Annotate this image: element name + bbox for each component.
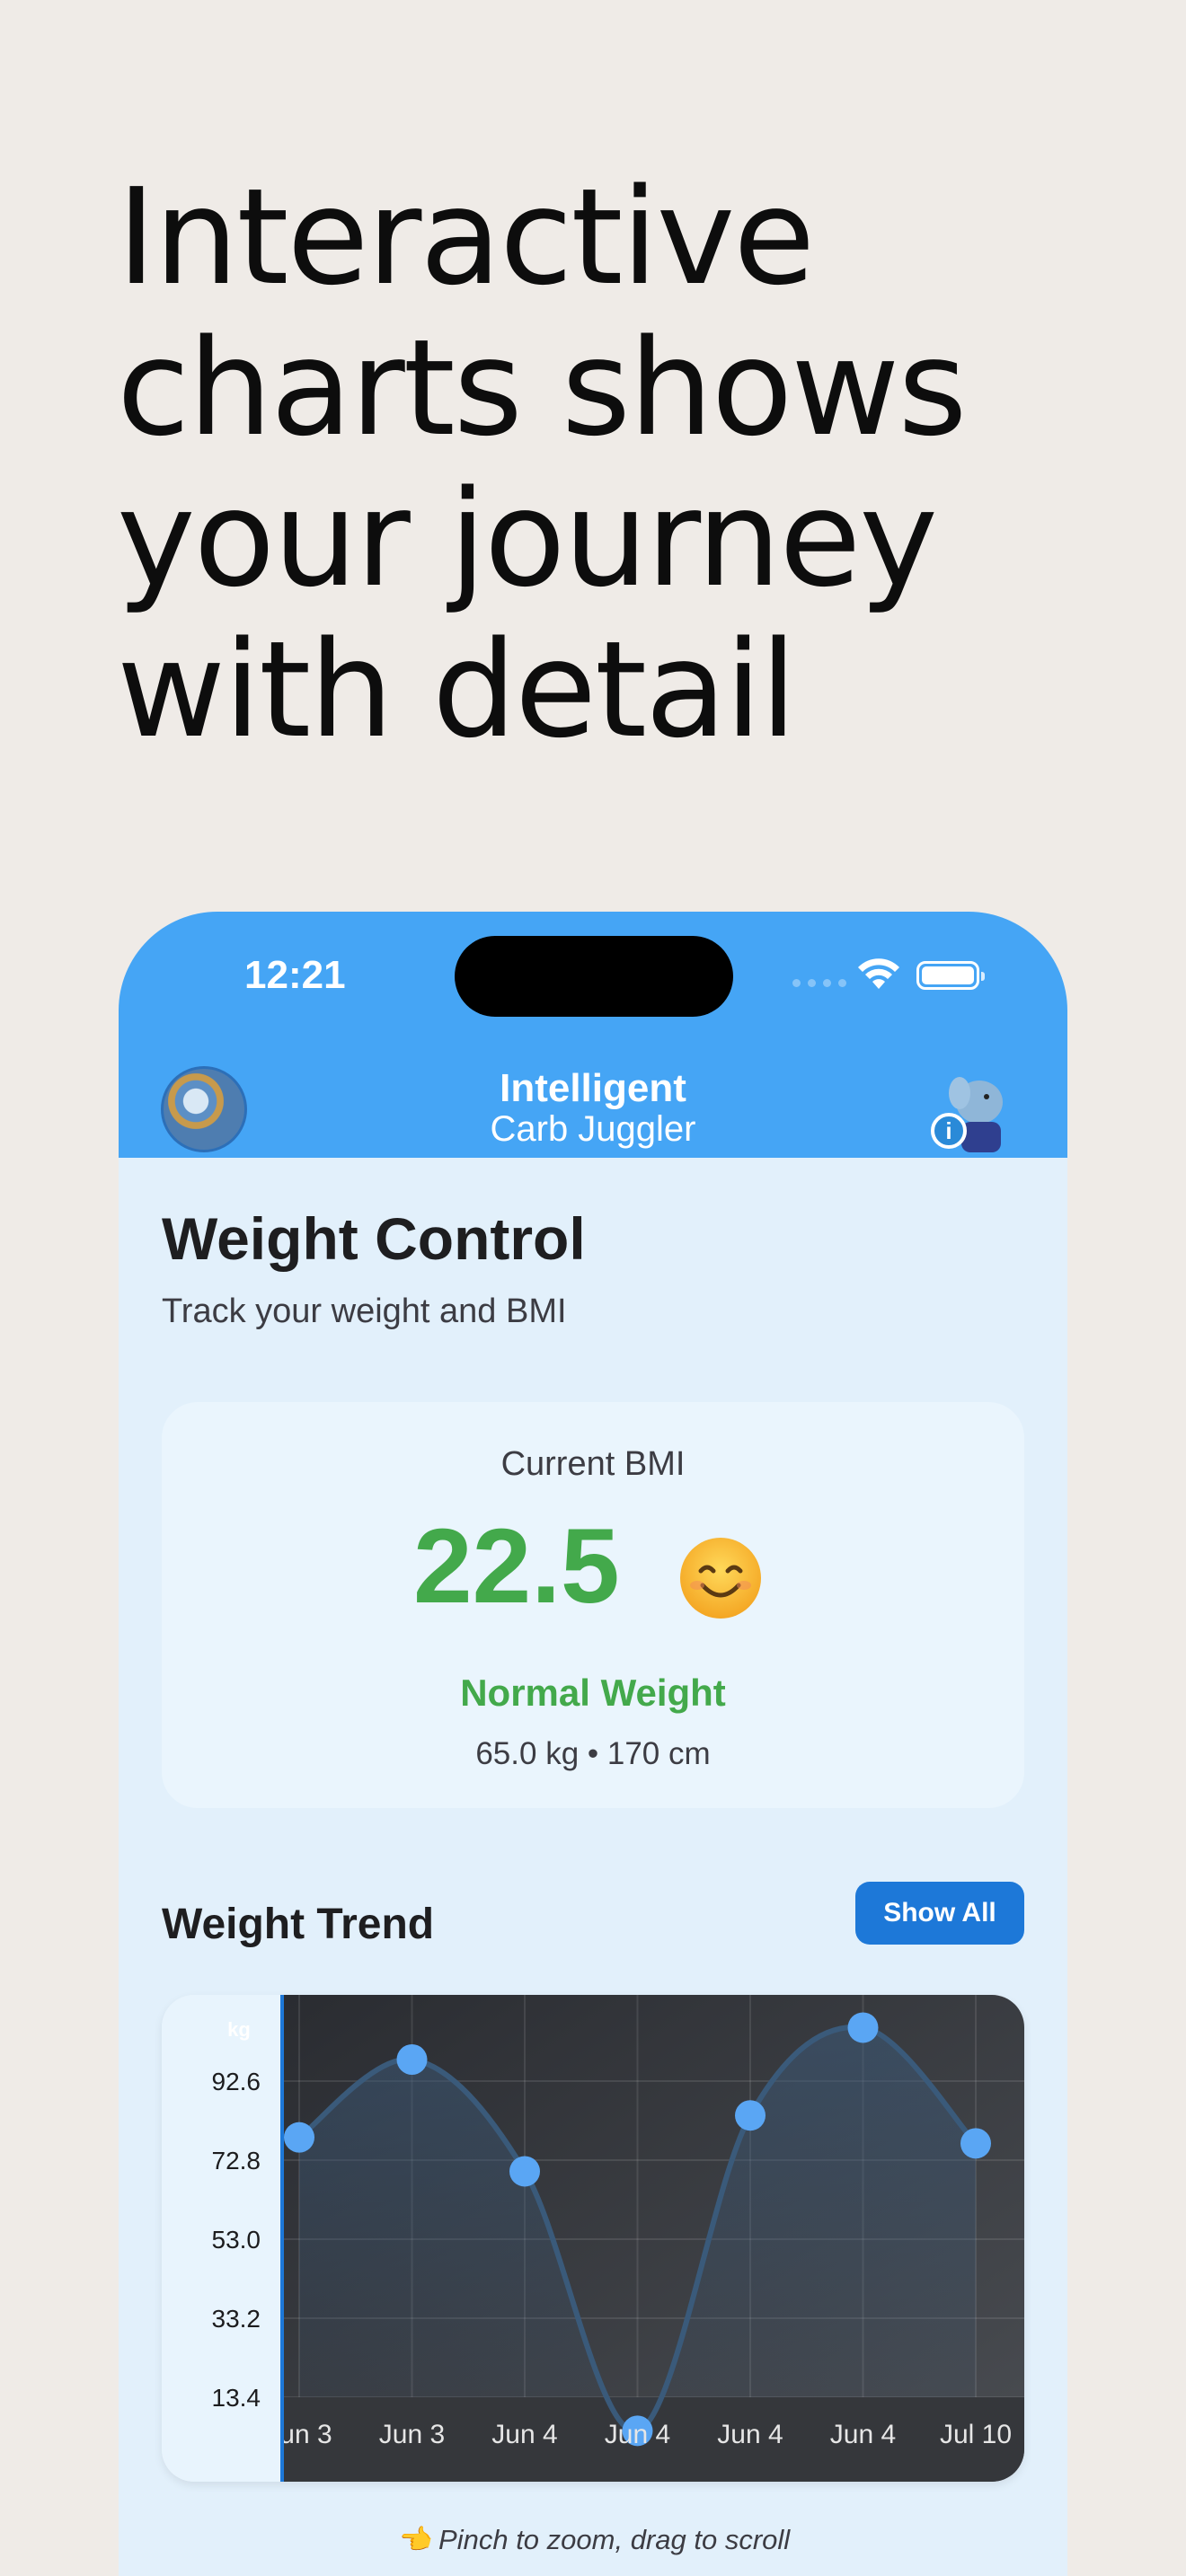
y-tick-label: 53.0 — [212, 2226, 261, 2254]
chart-svg[interactable]: Jun 3 Jun 3 Jun 4 Jun 4 Jun 4 Jun 4 Jul 10 kg … — [162, 1995, 1024, 2482]
headline-line: charts shows — [117, 311, 968, 465]
y-tick-label: 72.8 — [212, 2147, 261, 2175]
y-tick-label: 92.6 — [212, 2068, 261, 2095]
y-tick-label: 33.2 — [212, 2305, 261, 2333]
chart-hint: 👈 Pinch to zoom, drag to scroll — [395, 2524, 791, 2555]
data-point[interactable] — [509, 2156, 540, 2187]
x-tick-label: Jun 4 — [717, 2420, 783, 2449]
dynamic-island — [455, 936, 733, 1017]
data-point[interactable] — [960, 2128, 991, 2159]
wifi-icon — [858, 958, 899, 989]
app-title-line2: Carb Juggler — [490, 1109, 696, 1149]
x-tick-label: Jun 4 — [830, 2420, 896, 2449]
weight-trend-title: Weight Trend — [162, 1901, 435, 1948]
x-tick-label: Jun 4 — [605, 2420, 670, 2449]
data-point[interactable] — [396, 2044, 428, 2075]
bmi-status: Normal Weight — [460, 1672, 726, 1714]
page-title: Weight Control — [162, 1205, 586, 1272]
cellular-signal-icon — [792, 979, 846, 987]
headline-line: your journey — [117, 462, 938, 616]
svg-text:i: i — [945, 1117, 951, 1144]
smiling-face-icon — [680, 1538, 761, 1619]
elephant-info-icon[interactable]: i — [927, 1066, 1017, 1156]
y-unit-label: kg — [227, 2018, 251, 2041]
weight-trend-chart[interactable]: Jun 3 Jun 3 Jun 4 Jun 4 Jun 4 Jun 4 Jul 10 kg … — [162, 1995, 1024, 2482]
data-point[interactable] — [284, 2122, 314, 2153]
status-bar: 12:21 — [119, 912, 1067, 1055]
status-time: 12:21 — [244, 953, 346, 997]
page-subtitle: Track your weight and BMI — [162, 1292, 567, 1330]
bmi-details: 65.0 kg • 170 cm — [475, 1736, 711, 1771]
bmi-label: Current BMI — [500, 1445, 686, 1483]
y-tick-label: 13.4 — [212, 2384, 261, 2412]
phone-frame: 12:21 Intelligent Carb Juggler i Weight … — [119, 912, 1067, 2576]
x-tick-label: Jun 4 — [491, 2420, 557, 2449]
headline: Interactive charts shows your journey wi… — [117, 162, 1105, 765]
bmi-value: 22.5 — [413, 1507, 620, 1626]
data-point[interactable] — [847, 2012, 879, 2043]
headline-line: with detail — [117, 613, 797, 767]
x-tick-label: Jun 3 — [379, 2420, 445, 2449]
x-tick-label: Jul 10 — [940, 2420, 1012, 2449]
headline-line: Interactive — [117, 160, 815, 314]
data-point[interactable] — [735, 2100, 766, 2131]
bmi-card: Current BMI 22.5 Normal Weight 65.0 kg •… — [162, 1402, 1024, 1808]
nav-bar: Intelligent Carb Juggler i — [119, 1055, 1067, 1158]
battery-icon — [916, 961, 985, 990]
show-all-button[interactable]: Show All — [855, 1882, 1024, 1945]
app-title-line1: Intelligent — [500, 1066, 686, 1110]
